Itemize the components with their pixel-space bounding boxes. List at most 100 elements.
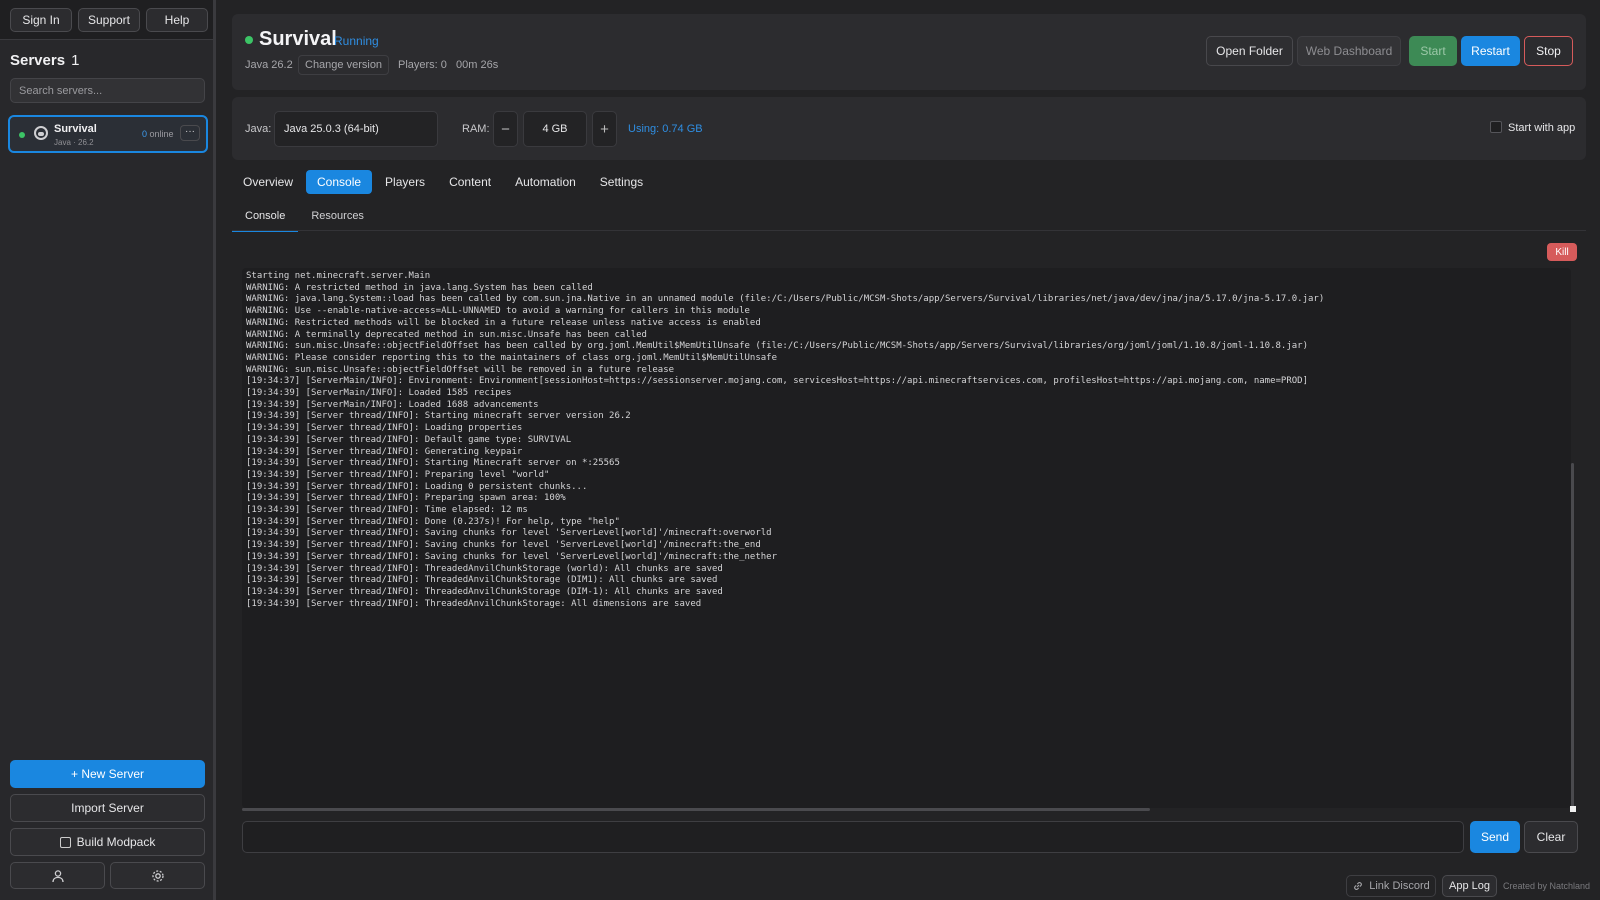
console-line: WARNING: Restricted methods will be bloc… <box>246 317 761 328</box>
ram-value[interactable]: 4 GB <box>523 111 587 147</box>
ram-decrease-button[interactable]: − <box>493 111 518 147</box>
sign-in-button[interactable]: Sign In <box>10 7 72 32</box>
command-input[interactable] <box>242 821 1464 853</box>
open-folder-button[interactable]: Open Folder <box>1206 36 1293 66</box>
console-line: [19:34:39] [Server thread/INFO]: Saving … <box>246 551 778 562</box>
runtime-panel: Java: Java 25.0.3 (64-bit) RAM: − 4 GB +… <box>232 97 1586 160</box>
console-line: [19:34:37] [ServerMain/INFO]: Environmen… <box>246 376 1309 387</box>
console-line: [19:34:39] [Server thread/INFO]: Threade… <box>246 586 723 597</box>
console-line: [19:34:39] [Server thread/INFO]: Loading… <box>246 481 588 492</box>
change-version-button[interactable]: Change version <box>298 55 390 75</box>
console-line: [19:34:39] [Server thread/INFO]: Saving … <box>246 540 761 551</box>
settings-button[interactable] <box>110 862 205 889</box>
modpack-icon <box>59 836 71 848</box>
tab-console[interactable]: Console <box>306 170 373 194</box>
servers-title: Servers <box>10 52 66 69</box>
server-online: 0 online <box>142 129 174 139</box>
tab-overview[interactable]: Overview <box>232 170 304 194</box>
tab-automation[interactable]: Automation <box>504 170 587 194</box>
subtab-console[interactable]: Console <box>232 208 299 232</box>
start-button[interactable]: Start <box>1409 36 1457 66</box>
more-options-icon[interactable]: ··· <box>180 125 200 141</box>
uptime: 00m 26s <box>456 59 499 71</box>
console-line: [19:34:39] [Server thread/INFO]: Threade… <box>246 563 723 574</box>
tab-players[interactable]: Players <box>374 170 436 194</box>
console-line: [19:34:39] [Server thread/INFO]: Startin… <box>246 458 620 469</box>
help-button[interactable]: Help <box>146 7 208 32</box>
console-line: [19:34:39] [Server thread/INFO]: Time el… <box>246 505 528 516</box>
ram-usage: Using: 0.74 GB <box>628 123 703 135</box>
server-tabs: Overview Console Players Content Automat… <box>232 170 656 196</box>
send-button[interactable]: Send <box>1470 821 1520 853</box>
server-status: Running <box>334 34 379 48</box>
ram-label: RAM: <box>462 123 490 135</box>
account-button[interactable] <box>10 862 105 889</box>
online-label: online <box>149 129 174 139</box>
console-line: [19:34:39] [Server thread/INFO]: Threade… <box>246 598 702 609</box>
console-line: WARNING: Use --enable-native-access=ALL-… <box>246 306 750 317</box>
console-line: [19:34:39] [Server thread/INFO]: Loading… <box>246 423 523 434</box>
web-dashboard-button[interactable]: Web Dashboard <box>1297 36 1401 66</box>
servers-heading: Servers 1 <box>10 52 79 69</box>
scroll-corner <box>1570 806 1576 812</box>
console-line: WARNING: A restricted method in java.lan… <box>246 282 593 293</box>
server-list-item[interactable]: Survival Java · 26.2 0 online ··· <box>8 115 208 153</box>
horizontal-scrollbar[interactable] <box>242 808 1150 811</box>
console-line: [19:34:39] [Server thread/INFO]: Prepari… <box>246 469 550 480</box>
console-line: Starting net.minecraft.server.Main <box>246 271 431 281</box>
java-select[interactable]: Java 25.0.3 (64-bit) <box>274 111 438 147</box>
gear-icon <box>151 869 164 882</box>
console-line: WARNING: sun.misc.Unsafe::objectFieldOff… <box>246 341 1309 352</box>
console-subtabs: Console Resources <box>232 208 377 232</box>
server-title: Survival <box>259 28 337 50</box>
search-servers-input[interactable] <box>10 78 205 103</box>
java-label: Java: <box>245 123 272 135</box>
stop-button[interactable]: Stop <box>1524 36 1573 66</box>
start-with-app-label: Start with app <box>1508 122 1576 134</box>
server-icon <box>34 126 48 140</box>
console-line: [19:34:39] [ServerMain/INFO]: Loaded 158… <box>246 388 512 399</box>
tab-content[interactable]: Content <box>438 170 502 194</box>
console-output[interactable]: Starting net.minecraft.server.Main WARNI… <box>242 268 1571 808</box>
server-name: Survival <box>54 123 97 135</box>
clear-button[interactable]: Clear <box>1524 821 1578 853</box>
console-line: WARNING: java.lang.System::load has been… <box>246 294 1325 305</box>
top-nav: Sign In Support Help <box>0 0 213 40</box>
sidebar: Sign In Support Help Servers 1 Survival J… <box>0 0 216 900</box>
online-count: 0 <box>142 129 148 139</box>
java-version: Java 26.2 <box>245 59 293 71</box>
console-line: [19:34:39] [Server thread/INFO]: Default… <box>246 434 572 445</box>
subtab-resources[interactable]: Resources <box>298 208 377 232</box>
console-line: [19:34:39] [Server thread/INFO]: Done (0… <box>246 516 620 527</box>
server-header: Survival Running Java 26.2 Change versio… <box>232 14 1586 90</box>
link-discord-button[interactable]: Link Discord <box>1346 875 1436 897</box>
running-status-dot <box>245 36 253 44</box>
build-modpack-label: Build Modpack <box>76 835 156 849</box>
tab-settings[interactable]: Settings <box>589 170 654 194</box>
console-line: [19:34:39] [Server thread/INFO]: Startin… <box>246 411 631 422</box>
console-line: [19:34:39] [Server thread/INFO]: Generat… <box>246 446 523 457</box>
app-log-button[interactable]: App Log <box>1442 875 1497 897</box>
console-line: WARNING: sun.misc.Unsafe::objectFieldOff… <box>246 364 675 375</box>
console-line: WARNING: A terminally deprecated method … <box>246 329 647 340</box>
start-with-app-checkbox[interactable] <box>1490 121 1502 133</box>
new-server-button[interactable]: + New Server <box>10 760 205 788</box>
console-line: WARNING: Please consider reporting this … <box>246 352 778 363</box>
link-icon <box>1354 882 1363 890</box>
servers-count: 1 <box>71 52 80 69</box>
console-line: [19:34:39] [Server thread/INFO]: Saving … <box>246 528 772 539</box>
ram-increase-button[interactable]: + <box>592 111 617 147</box>
players-count: Players: 0 <box>398 59 447 71</box>
link-discord-label: Link Discord <box>1369 880 1430 892</box>
user-icon <box>51 869 64 882</box>
running-status-dot <box>19 132 25 138</box>
restart-button[interactable]: Restart <box>1461 36 1520 66</box>
credit-text: Created by Natchland <box>1503 881 1591 891</box>
kill-button[interactable]: Kill <box>1547 243 1577 261</box>
support-button[interactable]: Support <box>78 7 140 32</box>
vertical-scrollbar[interactable] <box>1571 463 1574 808</box>
build-modpack-button[interactable]: Build Modpack <box>10 828 205 856</box>
divider <box>232 230 1586 231</box>
console-line: [19:34:39] [ServerMain/INFO]: Loaded 168… <box>246 399 539 410</box>
import-server-button[interactable]: Import Server <box>10 794 205 822</box>
